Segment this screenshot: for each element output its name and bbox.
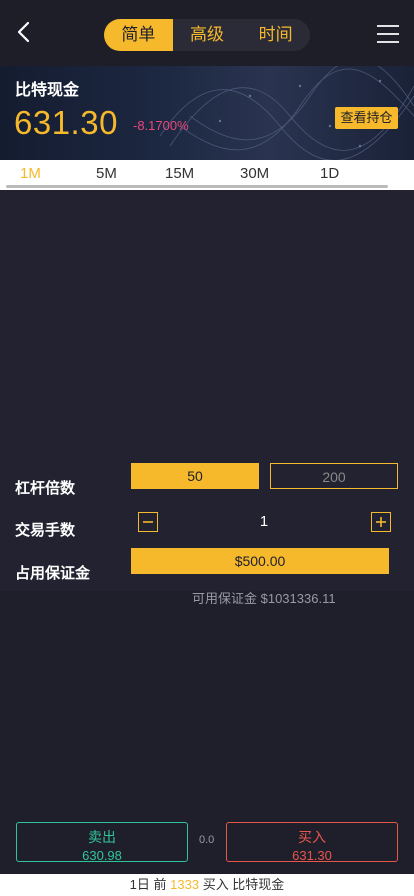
tab-advanced[interactable]: 高级 [173,19,242,51]
buy-button[interactable]: 买入 631.30 [226,822,398,863]
current-price: 631.30 [14,104,118,141]
timeframe-1d[interactable]: 1D [320,165,339,182]
asset-name: 比特现金 [15,82,80,99]
quantity-value[interactable]: 1 [254,513,274,530]
minus-icon [143,521,153,523]
menu-icon[interactable] [377,24,399,44]
leverage-label: 杠杆倍数 [15,480,76,497]
spread-value: 0.0 [199,834,215,846]
buy-label: 买入 [298,829,326,845]
margin-value: $500.00 [131,548,389,574]
timeframe-30m[interactable]: 30M [240,165,269,182]
timeframe-scrollbar[interactable] [6,185,388,188]
timeframe-bar: 1M 5M 15M 30M 1D [0,160,414,190]
tab-simple[interactable]: 简单 [104,19,173,51]
quantity-label: 交易手数 [15,522,76,539]
action-bar: 卖出 630.98 0.0 买入 631.30 [0,818,414,872]
sell-label: 卖出 [88,829,116,845]
price-banner: 比特现金 631.30 -8.1700% 查看持仓 [0,66,414,160]
ticker-suffix: 买入 比特现金 [202,877,285,892]
ticker-prefix: 1日 前 [129,877,167,892]
back-icon[interactable] [14,20,34,44]
buy-price: 631.30 [292,848,332,863]
price-change: -8.1700% [133,118,189,133]
ticker-count: 1333 [170,877,200,892]
view-positions-button[interactable]: 查看持仓 [335,107,398,129]
chart-area[interactable] [0,190,414,445]
mode-tabs: 简单 高级 时间 [104,19,310,51]
leverage-option-50[interactable]: 50 [131,463,259,489]
app-header: 简单 高级 时间 [0,0,414,66]
margin-label: 占用保证金 [15,565,91,582]
available-margin: 可用保证金 $1031336.11 [192,591,336,606]
timeframe-1m[interactable]: 1M [20,165,41,182]
timeframe-5m[interactable]: 5M [96,165,117,182]
trade-panel: 杠杆倍数 50 200 交易手数 1 占用保证金 $500.00 [0,445,414,591]
leverage-option-200[interactable]: 200 [270,463,398,489]
activity-ticker: 1日 前 1333 买入 比特现金 [0,874,414,896]
sell-button[interactable]: 卖出 630.98 [16,822,188,863]
timeframe-15m[interactable]: 15M [165,165,194,182]
tab-time[interactable]: 时间 [241,19,310,51]
quantity-decrease-button[interactable] [138,512,158,532]
sell-price: 630.98 [82,848,122,863]
plus-icon [376,517,386,527]
quantity-increase-button[interactable] [371,512,391,532]
